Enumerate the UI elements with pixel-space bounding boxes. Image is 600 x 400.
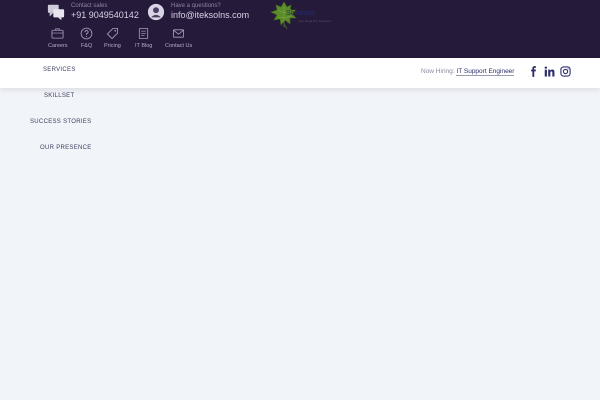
contact-sales-label: Contact sales (71, 3, 108, 9)
facebook-icon[interactable] (528, 66, 539, 77)
quicknav-label: Pricing (104, 43, 121, 49)
chat-bubbles-icon (47, 4, 65, 20)
instagram-icon[interactable] (560, 66, 571, 77)
quicknav-careers[interactable]: Careers (48, 27, 68, 49)
contact-questions[interactable]: Have a questions? info@iteksolns.com (147, 2, 249, 21)
menu-item-our-presence[interactable]: OUR PRESENCE (40, 145, 92, 151)
now-hiring-label: Now Hiring: (421, 68, 455, 75)
quicknav-pricing[interactable]: Pricing (104, 27, 121, 49)
quicknav-label: Careers (48, 43, 68, 49)
quicknav-label: F&Q (80, 43, 93, 49)
questions-email[interactable]: info@iteksolns.com (171, 10, 249, 21)
contact-sales-phone[interactable]: +91 9049540142 (71, 10, 139, 21)
logo-tagline: Your Need Our Solutions (298, 19, 332, 23)
document-icon (139, 27, 149, 40)
envelope-icon (173, 29, 185, 38)
quicknav-label: Contact Us (165, 43, 193, 49)
now-hiring: Now Hiring: IT Support Engineer (421, 68, 515, 76)
menu-item-skillset[interactable]: SKILLSET (44, 93, 74, 99)
question-circle-icon (80, 27, 93, 40)
logo-text: Solutions (286, 10, 315, 17)
menu-item-success-stories[interactable]: SUCCESS STORIES (30, 119, 91, 125)
quicknav-it-blog[interactable]: IT Blog (135, 27, 152, 49)
user-avatar-icon (147, 3, 165, 20)
quicknav-label: IT Blog (135, 43, 153, 49)
contact-questions-text: Have a questions? info@iteksolns.com (171, 2, 249, 21)
contact-sales[interactable]: Contact sales +91 9049540142 (47, 2, 139, 21)
price-tag-icon (106, 27, 118, 40)
contact-sales-text: Contact sales +91 9049540142 (71, 2, 139, 21)
now-hiring-link[interactable]: IT Support Engineer (456, 68, 515, 76)
quicknav-contact-us[interactable]: Contact Us (165, 27, 192, 49)
briefcase-icon (51, 28, 64, 39)
menu-item-services[interactable]: SERVICES (43, 67, 76, 73)
questions-label: Have a questions? (171, 3, 221, 9)
quicknav-faq[interactable]: F&Q (80, 27, 93, 49)
linkedin-icon[interactable] (544, 66, 555, 77)
